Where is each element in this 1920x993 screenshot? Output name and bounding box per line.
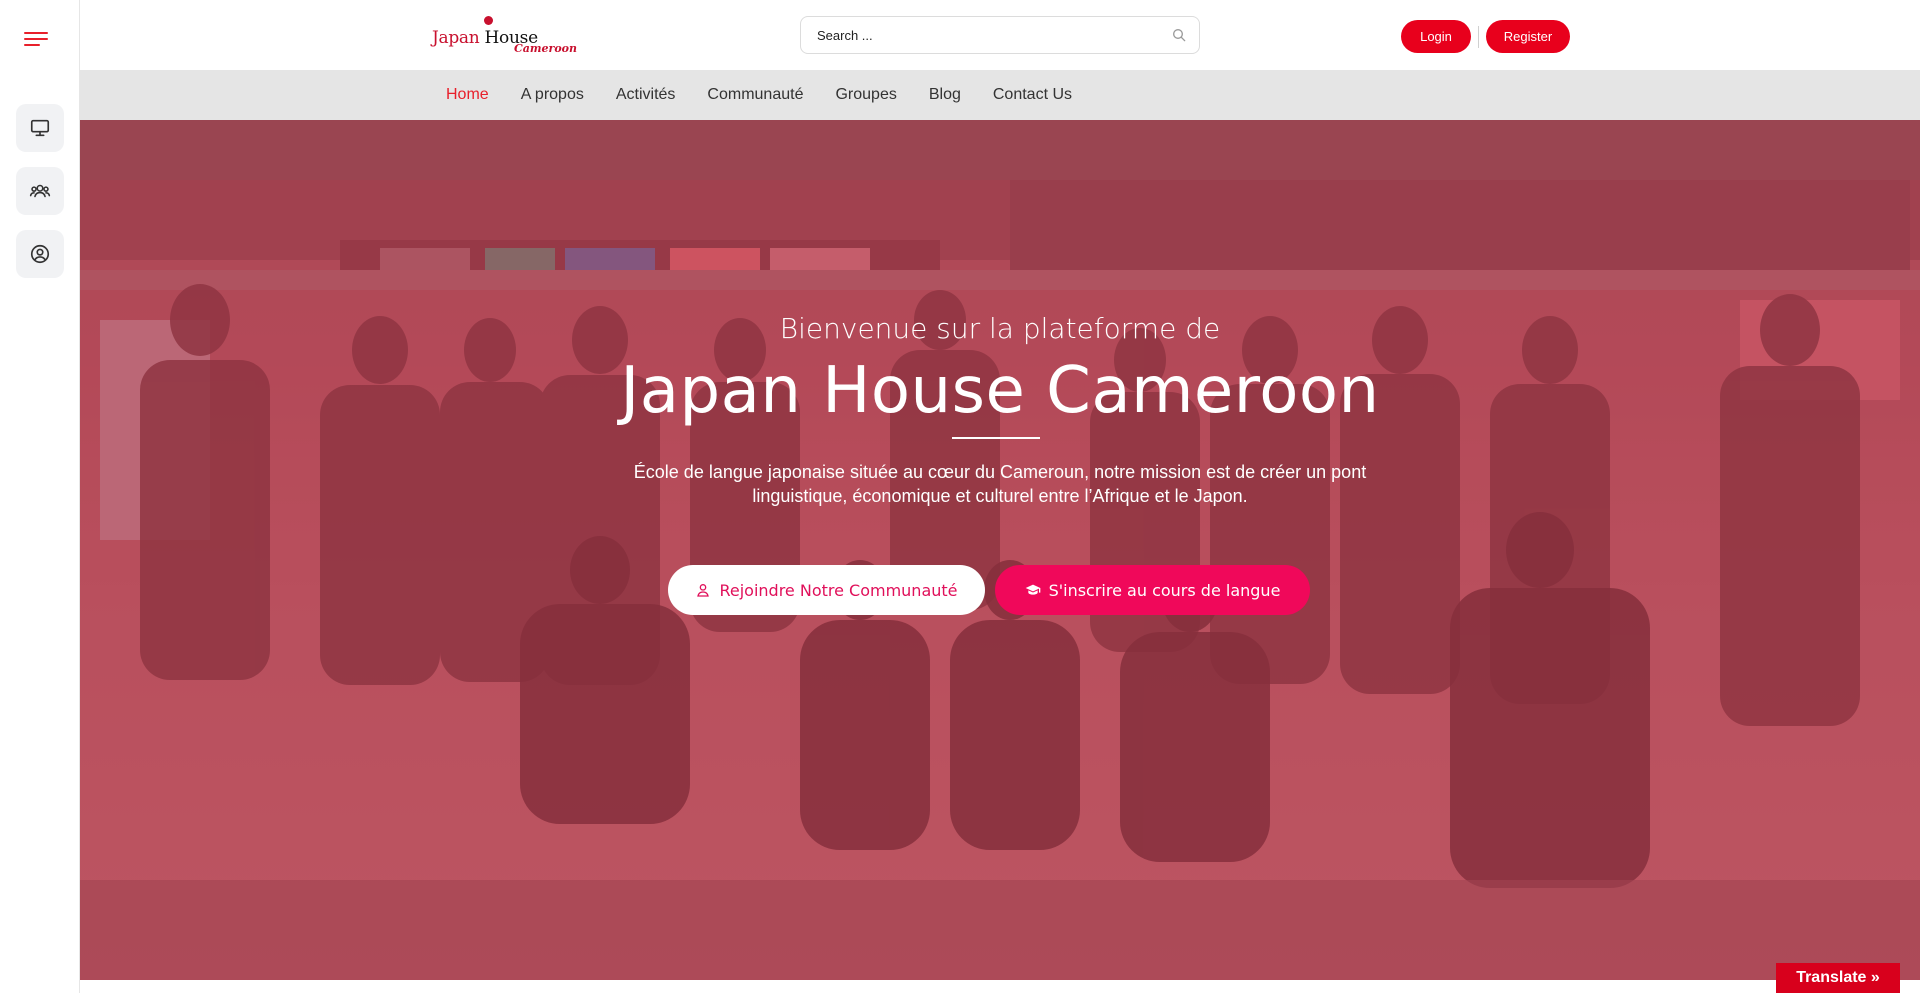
hero-content: Bienvenue sur la plateforme de Japan Hou… <box>80 120 1920 980</box>
user-icon <box>697 584 710 597</box>
translate-button[interactable]: Translate » <box>1776 963 1900 993</box>
site-logo[interactable]: Japan House Cameroon <box>432 14 582 56</box>
logo-subtitle: Cameroon <box>514 42 577 55</box>
nav-item-contact-us[interactable]: Contact Us <box>993 86 1072 104</box>
search-input[interactable] <box>801 17 1161 53</box>
logo-primary: Japan <box>432 28 480 48</box>
monitor-icon[interactable] <box>16 104 64 152</box>
login-button[interactable]: Login <box>1401 20 1471 53</box>
header-divider <box>1478 26 1479 48</box>
page-bottom-strip <box>80 980 1920 993</box>
top-header: Japan House Cameroon Login Register <box>80 0 1920 70</box>
nav-item-activites[interactable]: Activités <box>616 86 676 104</box>
user-circle-icon[interactable] <box>16 230 64 278</box>
hero-description: École de langue japonaise située au cœur… <box>633 462 1367 506</box>
hero-title: Japan House Cameroon <box>620 354 1380 428</box>
graduation-cap-icon <box>1025 584 1040 595</box>
logo-sun-icon <box>484 16 493 25</box>
join-community-label: Rejoindre Notre Communauté <box>719 580 958 600</box>
nav-item-groupes[interactable]: Groupes <box>835 86 896 104</box>
register-button[interactable]: Register <box>1486 20 1570 53</box>
nav-item-blog[interactable]: Blog <box>929 86 961 104</box>
join-community-button[interactable]: Rejoindre Notre Communauté <box>668 565 985 615</box>
hero-pre-title: Bienvenue sur la plateforme de <box>779 312 1221 345</box>
nav-item-home[interactable]: Home <box>446 86 489 104</box>
enroll-course-button[interactable]: S'inscrire au cours de langue <box>995 565 1310 615</box>
nav-item-communaute[interactable]: Communauté <box>707 86 803 104</box>
search-icon[interactable] <box>1171 27 1187 43</box>
users-icon[interactable] <box>16 167 64 215</box>
hero-divider <box>952 437 1040 439</box>
hero-section: Bienvenue sur la plateforme de Japan Hou… <box>80 120 1920 980</box>
sidebar-rail <box>0 0 80 993</box>
nav-item-a-propos[interactable]: A propos <box>521 86 584 104</box>
enroll-course-label: S'inscrire au cours de langue <box>1048 580 1281 600</box>
hamburger-menu-icon[interactable] <box>24 28 50 50</box>
search-box <box>800 16 1200 54</box>
main-nav: Home A propos Activités Communauté Group… <box>80 70 1920 120</box>
